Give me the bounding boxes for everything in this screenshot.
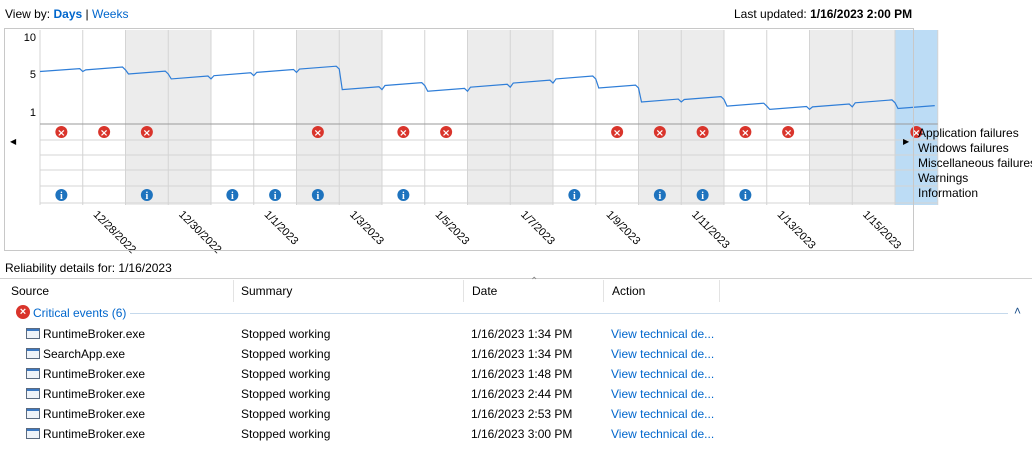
application-icon [26,388,40,399]
column-divider[interactable] [233,280,234,302]
column-divider[interactable] [603,280,604,302]
application-icon [26,328,40,339]
application-icon [26,348,40,359]
event-source: RuntimeBroker.exe [43,367,146,381]
application-icon [26,408,40,419]
view-technical-details-link[interactable]: View technical de... [611,387,714,401]
event-row[interactable]: RuntimeBroker.exe Stopped working 1/16/2… [0,364,1032,384]
legend-warnings: Warnings [918,171,969,185]
column-header-date[interactable]: Date [472,284,497,298]
event-date: 1/16/2023 2:44 PM [471,387,573,401]
view-technical-details-link[interactable]: View technical de... [611,367,714,381]
event-date: 1/16/2023 1:34 PM [471,327,573,341]
event-date: 1/16/2023 2:53 PM [471,407,573,421]
event-source: RuntimeBroker.exe [43,327,146,341]
event-source: RuntimeBroker.exe [43,387,146,401]
event-source: SearchApp.exe [43,347,126,361]
view-technical-details-link[interactable]: View technical de... [611,327,714,341]
details-title: Reliability details for: 1/16/2023 [5,261,172,275]
column-header-source[interactable]: Source [11,284,49,298]
event-summary: Stopped working [241,327,331,341]
legend-information: Information [918,186,979,200]
event-summary: Stopped working [241,367,331,381]
column-divider[interactable] [719,280,720,302]
event-summary: Stopped working [241,407,331,421]
group-divider [130,313,1008,314]
column-divider[interactable] [463,280,464,302]
column-header-action[interactable]: Action [612,284,645,298]
sort-ascending-icon: ⌃ [530,276,539,287]
event-source: RuntimeBroker.exe [43,407,146,421]
legend-application-failures: Application failures [918,126,1019,140]
details-title-label: Reliability details for: [5,261,116,275]
event-source: RuntimeBroker.exe [43,427,146,441]
chevron-up-icon[interactable]: ˄ [1014,304,1021,318]
event-date: 1/16/2023 3:00 PM [471,427,573,441]
event-summary: Stopped working [241,427,331,441]
chart-frame [4,28,914,251]
application-icon [26,428,40,439]
critical-events-label[interactable]: Critical events (6) [33,306,126,320]
event-summary: Stopped working [241,387,331,401]
legend-miscellaneous-failures: Miscellaneous failures [918,156,1032,170]
critical-error-icon: × [16,305,30,319]
event-summary: Stopped working [241,347,331,361]
event-date: 1/16/2023 1:48 PM [471,367,573,381]
application-icon [26,368,40,379]
event-date: 1/16/2023 1:34 PM [471,347,573,361]
event-row[interactable]: RuntimeBroker.exe Stopped working 1/16/2… [0,324,1032,344]
view-technical-details-link[interactable]: View technical de... [611,427,714,441]
critical-events-group[interactable]: × Critical events (6) ˄ [0,304,1032,321]
view-technical-details-link[interactable]: View technical de... [611,347,714,361]
event-row[interactable]: RuntimeBroker.exe Stopped working 1/16/2… [0,384,1032,404]
details-title-date: 1/16/2023 [118,261,172,275]
event-row[interactable]: SearchApp.exe Stopped working 1/16/2023 … [0,344,1032,364]
details-separator [0,278,1032,279]
view-technical-details-link[interactable]: View technical de... [611,407,714,421]
event-row[interactable]: RuntimeBroker.exe Stopped working 1/16/2… [0,424,1032,444]
legend-windows-failures: Windows failures [918,141,1009,155]
column-header-summary[interactable]: Summary [241,284,292,298]
event-row[interactable]: RuntimeBroker.exe Stopped working 1/16/2… [0,404,1032,424]
